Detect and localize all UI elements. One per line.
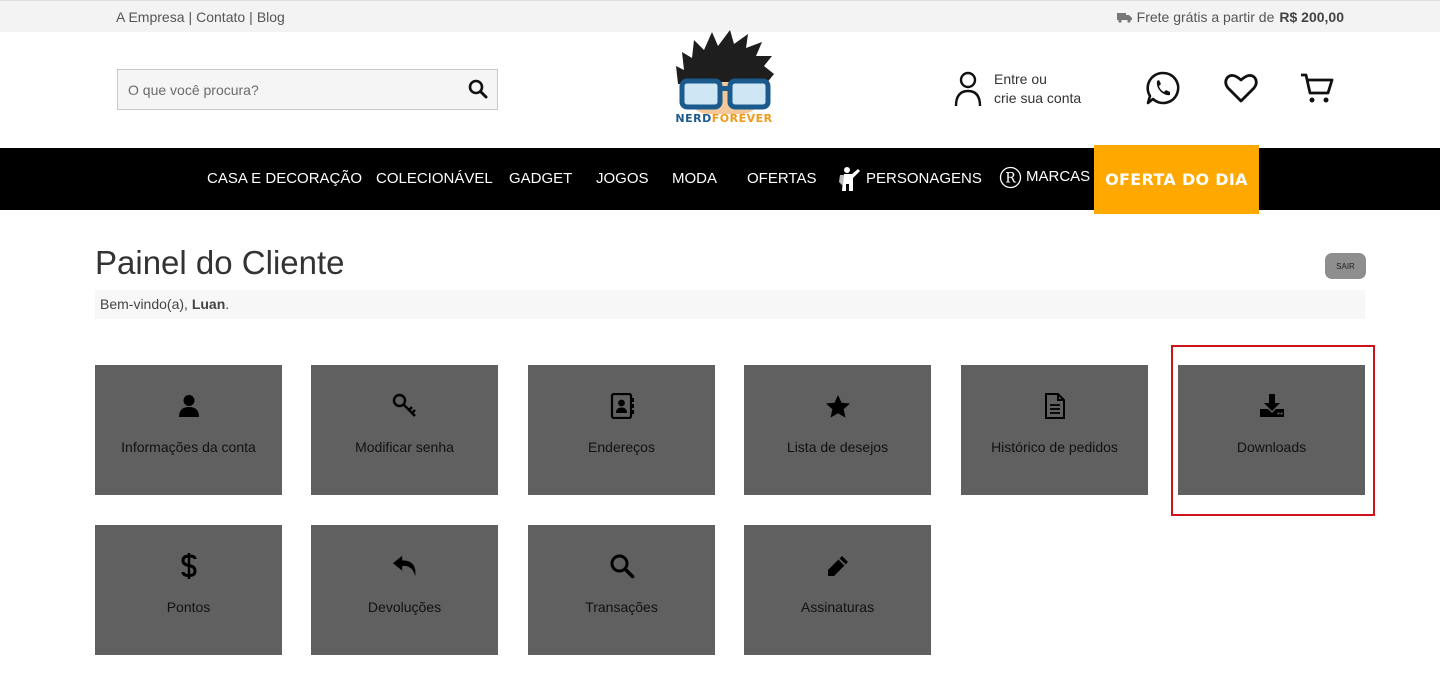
tile-label: Endereços xyxy=(588,439,655,455)
tile-addresses[interactable]: Endereços xyxy=(528,365,715,495)
character-icon xyxy=(839,167,860,191)
tile-order-history[interactable]: Histórico de pedidos xyxy=(961,365,1148,495)
star-icon xyxy=(825,394,850,418)
search-icon xyxy=(610,554,634,579)
nav-item-jogos[interactable]: JOGOS xyxy=(596,148,649,210)
tile-transactions[interactable]: Transações xyxy=(528,525,715,655)
page-title: Painel do Cliente xyxy=(95,244,345,281)
search-button[interactable] xyxy=(467,78,489,100)
whatsapp-icon xyxy=(1146,71,1180,105)
tile-returns[interactable]: Devoluções xyxy=(311,525,498,655)
welcome-prefix: Bem-vindo(a), xyxy=(100,296,188,312)
search-icon xyxy=(468,79,488,99)
truck-icon xyxy=(1116,12,1132,23)
address-book-icon xyxy=(610,393,634,419)
nav-item-casa-decoracao[interactable]: CASA E DECORAÇÃO xyxy=(207,148,362,210)
tile-label: Downloads xyxy=(1236,439,1307,455)
tile-subscriptions[interactable]: Assinaturas xyxy=(744,525,931,655)
user-outline-icon xyxy=(954,71,982,107)
nav-item-personagens[interactable]: PERSONAGENS xyxy=(838,148,982,210)
welcome-message: Bem-vindo(a), Luan. xyxy=(95,290,1365,319)
tile-points[interactable]: Pontos xyxy=(95,525,282,655)
heart-icon xyxy=(1224,74,1258,103)
tile-label: Pontos xyxy=(166,599,211,615)
registered-trademark-icon: R xyxy=(999,166,1022,188)
nav-item-label: PERSONAGENS xyxy=(866,170,982,187)
user-icon xyxy=(178,395,199,417)
logo-word-forever: FOREVER xyxy=(711,112,773,125)
key-icon xyxy=(392,393,416,417)
cart-button[interactable] xyxy=(1299,70,1335,106)
free-shipping-notice: Frete grátis a partir de R$ 200,00 xyxy=(1116,9,1344,25)
nav-item-marcas[interactable]: R MARCAS xyxy=(999,146,1090,208)
tile-downloads[interactable]: Downloads xyxy=(1178,365,1365,495)
svg-text:R: R xyxy=(1005,170,1016,186)
cart-icon xyxy=(1301,73,1334,103)
user-name: Luan xyxy=(191,296,226,312)
shipping-threshold: R$ 200,00 xyxy=(1279,9,1344,25)
account-line-1: Entre ou xyxy=(994,71,1047,87)
tile-label: Transações xyxy=(585,599,658,615)
tile-wishlist[interactable]: Lista de desejos xyxy=(744,365,931,495)
tile-label: Histórico de pedidos xyxy=(991,439,1118,455)
nav-item-label: MARCAS xyxy=(1026,168,1091,185)
shipping-prefix: Frete grátis a partir de xyxy=(1136,9,1275,25)
site-header: NERDFOREVER Entre ou crie sua conta xyxy=(0,30,1440,148)
dollar-icon xyxy=(180,553,197,579)
link-separator: | xyxy=(249,9,253,25)
wishlist-button[interactable] xyxy=(1223,70,1259,106)
logo-word-nerd: NERD xyxy=(675,112,712,125)
tile-account-info[interactable]: Informações da conta xyxy=(95,365,282,495)
deal-of-the-day-button[interactable]: OFERTA DO DIA xyxy=(1094,145,1259,214)
nav-item-colecionavel[interactable]: COLECIONÁVEL xyxy=(376,148,493,210)
whatsapp-button[interactable] xyxy=(1145,70,1181,106)
nav-item-moda[interactable]: MODA xyxy=(672,148,717,210)
institutional-links: A Empresa | Contato | Blog xyxy=(116,9,285,25)
link-blog[interactable]: Blog xyxy=(257,9,285,25)
welcome-suffix: . xyxy=(225,296,230,312)
tile-label: Modificar senha xyxy=(355,439,454,455)
logout-button[interactable]: SAIR xyxy=(1325,253,1366,279)
tile-label: Informações da conta xyxy=(121,439,256,455)
tile-label: Lista de desejos xyxy=(786,439,889,455)
link-empresa[interactable]: A Empresa xyxy=(116,9,184,25)
reply-icon xyxy=(392,555,415,577)
tile-label: Assinaturas xyxy=(800,599,875,615)
nav-item-gadget[interactable]: GADGET xyxy=(509,148,572,210)
logo-wordmark: NERDFOREVER xyxy=(674,112,774,125)
search-input[interactable] xyxy=(118,70,448,109)
link-contato[interactable]: Contato xyxy=(196,9,245,25)
link-separator: | xyxy=(188,9,193,25)
download-icon xyxy=(1259,394,1284,417)
search-box xyxy=(117,69,498,110)
document-icon xyxy=(1044,393,1065,419)
tile-change-password[interactable]: Modificar senha xyxy=(311,365,498,495)
main-navigation: CASA E DECORAÇÃO COLECIONÁVEL GADGET JOG… xyxy=(0,145,1440,214)
tile-label: Devoluções xyxy=(367,599,442,615)
account-line-2: crie sua conta xyxy=(994,90,1082,106)
nav-item-ofertas[interactable]: OFERTAS xyxy=(747,148,816,210)
account-link[interactable]: Entre ou crie sua conta xyxy=(954,70,1081,108)
pencil-icon xyxy=(827,556,848,576)
